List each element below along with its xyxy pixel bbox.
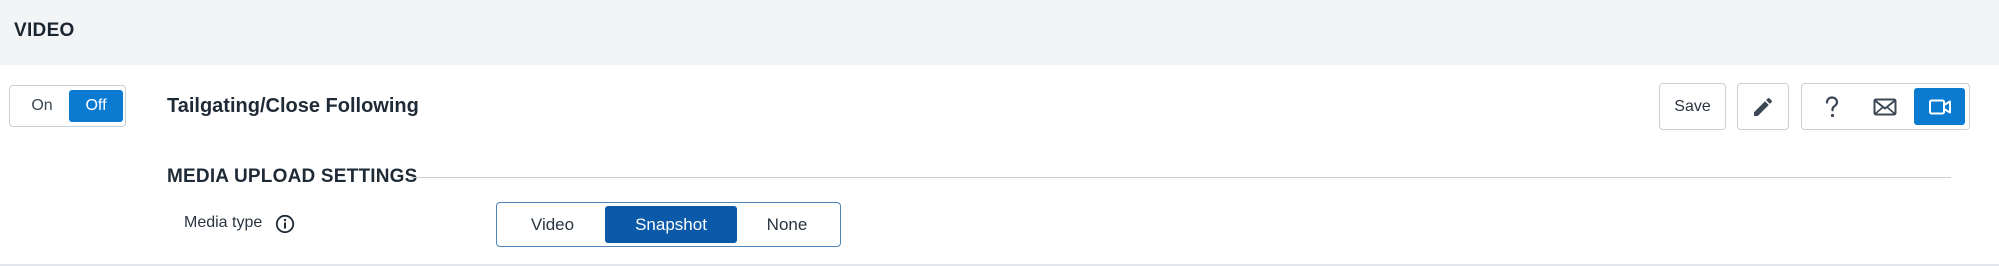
on-off-toggle: On Off [9, 85, 126, 127]
media-type-video-option[interactable]: Video [500, 206, 605, 243]
edit-button[interactable] [1737, 83, 1789, 130]
toggle-on-button[interactable]: On [14, 90, 70, 122]
info-icon[interactable] [275, 214, 295, 234]
media-type-snapshot-option[interactable]: Snapshot [605, 206, 737, 243]
section-header: VIDEO [0, 0, 1999, 65]
action-icon-group [1801, 83, 1970, 130]
rule-panel: On Off Tailgating/Close Following Save M… [0, 65, 1999, 266]
section-divider [411, 177, 1951, 178]
media-type-label: Media type [184, 214, 263, 231]
section-title: VIDEO [14, 20, 75, 41]
mail-button[interactable] [1859, 88, 1910, 125]
rule-title: Tailgating/Close Following [167, 95, 419, 117]
video-settings-page: VIDEO On Off Tailgating/Close Following … [0, 0, 1999, 266]
media-upload-settings-title: MEDIA UPLOAD SETTINGS [167, 166, 418, 187]
media-type-none-option[interactable]: None [737, 206, 837, 243]
save-button[interactable]: Save [1659, 83, 1726, 130]
question-icon [1825, 95, 1838, 117]
envelope-icon [1873, 98, 1896, 115]
pencil-icon [1754, 97, 1773, 116]
media-type-segmented-control: Video Snapshot None [496, 202, 841, 247]
toggle-off-button[interactable]: Off [69, 90, 123, 122]
video-camera-icon [1928, 99, 1951, 114]
video-button[interactable] [1914, 88, 1965, 125]
help-button[interactable] [1806, 88, 1857, 125]
